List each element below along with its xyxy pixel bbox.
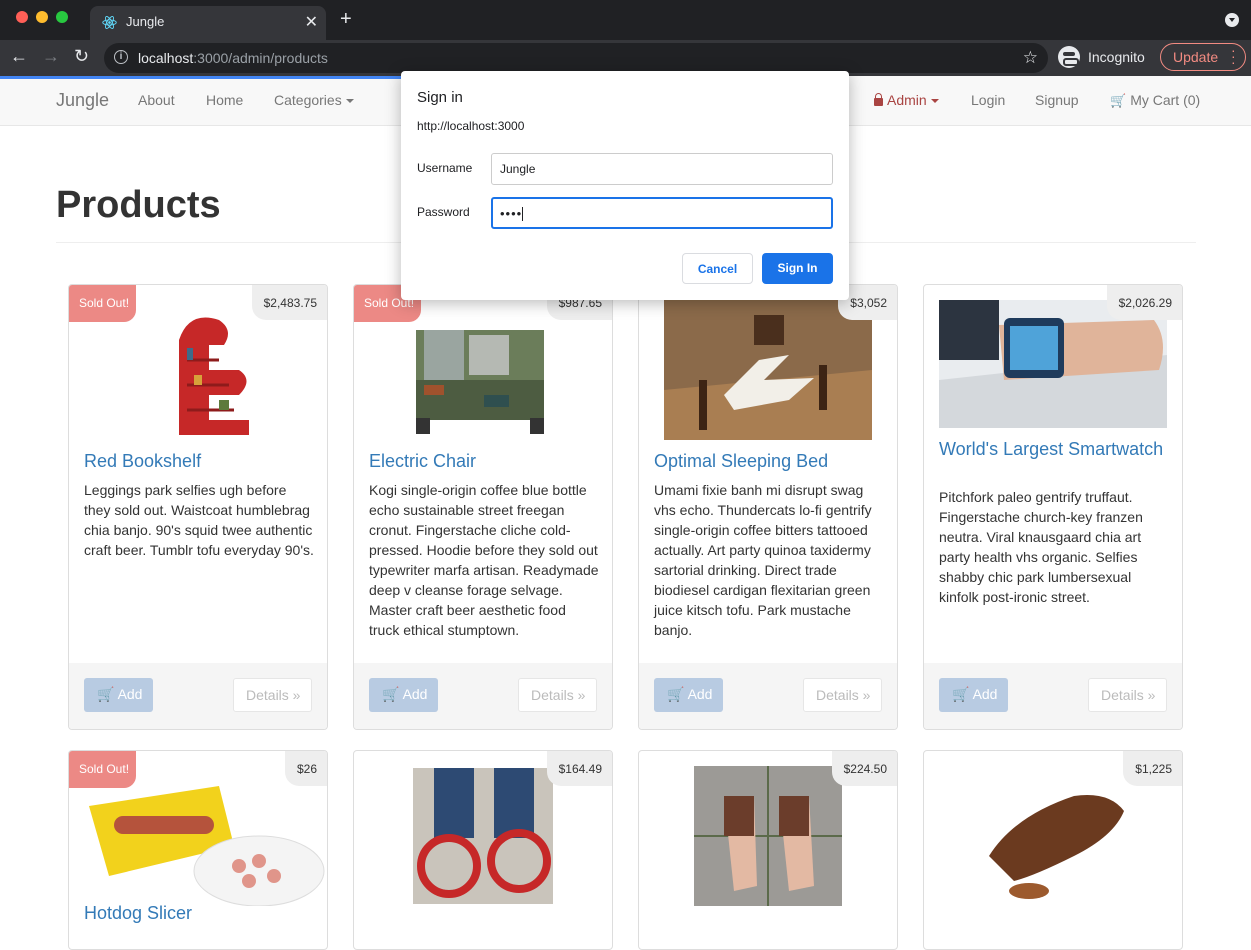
product-image[interactable] <box>924 766 1182 906</box>
cart-icon: 🛒 <box>952 686 973 702</box>
add-to-cart-button[interactable]: 🛒 Add <box>654 678 723 712</box>
details-button[interactable]: Details » <box>1088 678 1167 712</box>
details-button[interactable]: Details » <box>518 678 597 712</box>
product-description: Kogi single-origin coffee blue bottle ec… <box>369 482 599 638</box>
caret-down-icon <box>930 99 939 104</box>
react-icon <box>102 16 117 29</box>
cart-icon: 🛒 <box>382 686 403 702</box>
product-card: Sold Out! $2,483.75 Red Bookshelf Leggin… <box>68 284 328 730</box>
product-card: $164.49 <box>353 750 613 950</box>
brand-link[interactable]: Jungle <box>56 90 109 111</box>
product-card: Sold Out! $26 Hotdog Slicer <box>68 750 328 950</box>
product-card: $224.50 <box>638 750 898 950</box>
cart-icon: 🛒 <box>97 686 118 702</box>
product-name-link[interactable]: Red Bookshelf <box>84 452 201 471</box>
product-description: Leggings park selfies ugh before they so… <box>84 482 314 558</box>
close-tab-icon[interactable]: ✕ <box>305 12 318 32</box>
bookmark-star-icon[interactable]: ☆ <box>1023 48 1038 68</box>
cart-icon: 🛒 <box>667 686 688 702</box>
caret-down-icon <box>345 99 354 104</box>
nav-login[interactable]: Login <box>971 92 1005 108</box>
card-footer: 🛒 Add Details » <box>924 663 1182 729</box>
product-image[interactable] <box>639 300 897 440</box>
sold-out-badge: Sold Out! <box>69 285 136 322</box>
address-bar[interactable]: i localhost:3000/admin/products ☆ <box>104 43 1048 73</box>
maximize-window-button[interactable] <box>56 11 68 23</box>
card-footer: 🛒 Add Details » <box>354 663 612 729</box>
tab-title: Jungle <box>126 14 165 29</box>
forward-arrow-icon[interactable]: → <box>42 46 60 67</box>
dialog-origin: http://localhost:3000 <box>417 119 525 133</box>
lock-icon <box>874 93 883 106</box>
price-tag: $1,225 <box>1123 751 1182 786</box>
product-image[interactable] <box>354 766 612 906</box>
nav-home[interactable]: Home <box>206 92 243 108</box>
incognito-label: Incognito <box>1088 49 1145 65</box>
product-description: Umami fixie banh mi disrupt swag vhs ech… <box>654 482 872 638</box>
back-arrow-icon[interactable]: ← <box>10 46 28 67</box>
nav-admin-dropdown[interactable]: Admin <box>874 92 939 108</box>
nav-about[interactable]: About <box>138 92 175 108</box>
page-title: Products <box>56 184 221 226</box>
dialog-title: Sign in <box>417 89 463 106</box>
more-vertical-icon: · · · <box>1231 42 1236 70</box>
add-to-cart-button[interactable]: 🛒 Add <box>369 678 438 712</box>
nav-cart[interactable]: 🛒 My Cart (0) <box>1110 92 1200 109</box>
url-text: localhost:3000/admin/products <box>138 50 328 66</box>
product-card: Sold Out! $987.65 Electric Chair Kogi si… <box>353 284 613 730</box>
product-image[interactable] <box>639 766 897 906</box>
details-button[interactable]: Details » <box>233 678 312 712</box>
product-name-link[interactable]: World's Largest Smartwatch <box>939 440 1163 459</box>
card-footer: 🛒 Add Details » <box>69 663 327 729</box>
incognito-icon <box>1058 46 1080 68</box>
product-name-link[interactable]: Hotdog Slicer <box>84 904 192 923</box>
username-label: Username <box>417 161 473 175</box>
product-name-link[interactable]: Electric Chair <box>369 452 476 471</box>
browser-tab[interactable]: Jungle ✕ <box>90 6 326 40</box>
add-to-cart-button[interactable]: 🛒 Add <box>84 678 153 712</box>
password-label: Password <box>417 205 470 219</box>
username-field[interactable]: Jungle <box>491 153 833 185</box>
close-window-button[interactable] <box>16 11 28 23</box>
price-tag: $164.49 <box>546 751 612 786</box>
text-cursor <box>522 207 524 221</box>
nav-signup[interactable]: Signup <box>1035 92 1079 108</box>
price-tag: $26 <box>284 751 327 786</box>
details-button[interactable]: Details » <box>803 678 882 712</box>
price-tag: $2,483.75 <box>251 285 327 320</box>
tab-search-icon[interactable] <box>1225 13 1239 27</box>
site-info-icon[interactable]: i <box>114 50 128 64</box>
browser-tab-bar: Jungle ✕ + <box>0 0 1251 40</box>
price-tag: $2,026.29 <box>1106 285 1182 320</box>
update-label: Update <box>1173 49 1219 65</box>
page-loading-bar <box>0 76 402 79</box>
product-card: $2,026.29 World's Largest Smartwatch Pit… <box>923 284 1183 730</box>
add-to-cart-button[interactable]: 🛒 Add <box>939 678 1008 712</box>
reload-icon[interactable]: ↻ <box>74 46 89 67</box>
card-footer: 🛒 Add Details » <box>639 663 897 729</box>
product-card: $1,225 <box>923 750 1183 950</box>
cancel-button[interactable]: Cancel <box>682 253 753 284</box>
sign-in-button[interactable]: Sign In <box>762 253 833 284</box>
update-button[interactable]: Update · · · <box>1160 43 1246 71</box>
password-field[interactable]: •••• <box>491 197 833 229</box>
new-tab-button[interactable]: + <box>340 8 352 31</box>
product-name-link[interactable]: Optimal Sleeping Bed <box>654 452 828 471</box>
minimize-window-button[interactable] <box>36 11 48 23</box>
sign-in-dialog: Sign in http://localhost:3000 Username J… <box>401 71 849 300</box>
product-image[interactable] <box>924 300 1182 440</box>
product-card: $3,052 Optimal Sleeping Bed Umami fixie … <box>638 284 898 730</box>
price-tag: $224.50 <box>831 751 897 786</box>
product-description: Pitchfork paleo gentrify truffaut. Finge… <box>939 489 1143 605</box>
cart-icon: 🛒 <box>1110 93 1127 108</box>
sold-out-badge: Sold Out! <box>69 751 136 788</box>
nav-categories-dropdown[interactable]: Categories <box>274 92 354 108</box>
